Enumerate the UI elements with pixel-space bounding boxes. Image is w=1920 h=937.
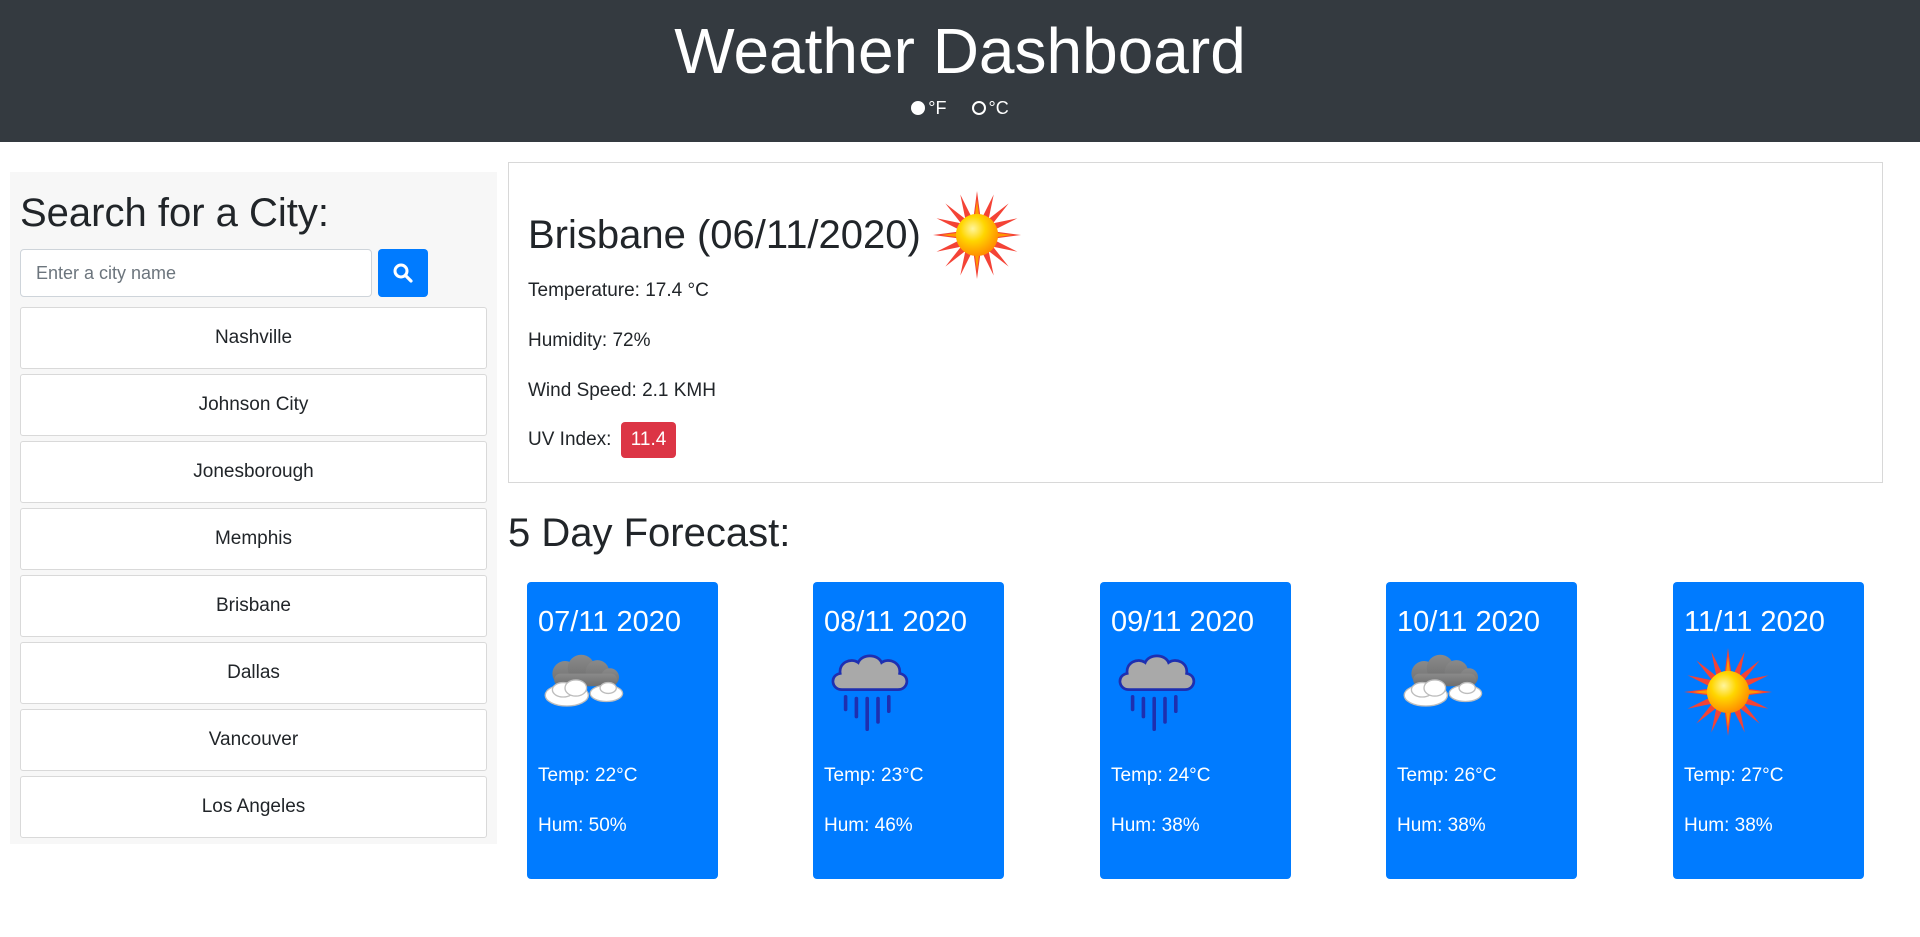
current-title-row: Brisbane (06/11/2020) bbox=[528, 191, 1021, 279]
forecast-card: 11/11 2020 Temp: 27°C Hum: 38% bbox=[1673, 582, 1864, 879]
city-item[interactable]: Jonesborough bbox=[20, 441, 487, 503]
unit-f-label: °F bbox=[928, 98, 947, 118]
unit-c-label: °C bbox=[988, 98, 1009, 118]
forecast-date: 10/11 2020 bbox=[1397, 606, 1540, 638]
radio-fahrenheit[interactable] bbox=[911, 101, 926, 115]
forecast-card: 07/11 2020 Temp: 22°C Hum: 50% bbox=[527, 582, 718, 879]
forecast-humidity: Hum: 50% bbox=[538, 815, 627, 836]
sun-icon bbox=[1684, 648, 1772, 736]
uv-index-badge: 11.4 bbox=[620, 422, 677, 458]
forecast-temp: Temp: 22°C bbox=[538, 765, 638, 786]
uv-label: UV Index: bbox=[528, 429, 612, 450]
forecast-humidity: Hum: 46% bbox=[824, 815, 913, 836]
city-item[interactable]: Brisbane bbox=[20, 575, 487, 637]
city-item[interactable]: Los Angeles bbox=[20, 776, 487, 838]
current-uv-row: UV Index: 11.4 bbox=[528, 422, 677, 458]
current-humidity: Humidity: 72% bbox=[528, 330, 651, 351]
forecast-date: 08/11 2020 bbox=[824, 606, 967, 638]
forecast-card: 09/11 2020 Temp: 24°C Hum: 38% bbox=[1100, 582, 1291, 879]
unit-option-fahrenheit[interactable]: °F bbox=[911, 96, 946, 120]
forecast-date: 11/11 2020 bbox=[1684, 606, 1825, 638]
partly-cloudy-icon bbox=[538, 652, 628, 715]
rain-icon bbox=[824, 650, 914, 740]
forecast-date: 07/11 2020 bbox=[538, 606, 681, 638]
forecast-temp: Temp: 24°C bbox=[1111, 765, 1211, 786]
app-header: Weather Dashboard °F °C bbox=[0, 0, 1920, 142]
radio-celsius[interactable] bbox=[971, 101, 986, 115]
search-icon bbox=[393, 263, 413, 283]
city-item[interactable]: Johnson City bbox=[20, 374, 487, 436]
current-temperature: Temperature: 17.4 °C bbox=[528, 280, 709, 301]
current-weather-card: Brisbane (06/11/2020) Temperature: 17.4 … bbox=[508, 162, 1883, 483]
sun-icon bbox=[933, 191, 1021, 279]
forecast-humidity: Hum: 38% bbox=[1397, 815, 1486, 836]
unit-toggle: °F °C bbox=[0, 96, 1920, 121]
forecast-temp: Temp: 23°C bbox=[824, 765, 924, 786]
forecast-humidity: Hum: 38% bbox=[1111, 815, 1200, 836]
search-heading: Search for a City: bbox=[20, 191, 330, 235]
forecast-card: 08/11 2020 Temp: 23°C Hum: 46% bbox=[813, 582, 1004, 879]
forecast-heading: 5 Day Forecast: bbox=[508, 511, 791, 555]
forecast-card: 10/11 2020 Temp: 26°C Hum: 38% bbox=[1386, 582, 1577, 879]
city-history-list: Nashville Johnson City Jonesborough Memp… bbox=[20, 307, 487, 838]
city-item[interactable]: Dallas bbox=[20, 642, 487, 704]
city-item[interactable]: Nashville bbox=[20, 307, 487, 369]
city-item[interactable]: Vancouver bbox=[20, 709, 487, 771]
current-city-title: Brisbane (06/11/2020) bbox=[528, 213, 921, 257]
unit-option-celsius[interactable]: °C bbox=[971, 96, 1009, 120]
forecast-date: 09/11 2020 bbox=[1111, 606, 1254, 638]
forecast-temp: Temp: 27°C bbox=[1684, 765, 1784, 786]
forecast-temp: Temp: 26°C bbox=[1397, 765, 1497, 786]
partly-cloudy-icon bbox=[1397, 652, 1487, 715]
rain-icon bbox=[1111, 650, 1201, 740]
city-item[interactable]: Memphis bbox=[20, 508, 487, 570]
search-button[interactable] bbox=[378, 249, 428, 297]
search-row bbox=[20, 249, 487, 297]
forecast-humidity: Hum: 38% bbox=[1684, 815, 1773, 836]
city-search-input[interactable] bbox=[20, 249, 372, 297]
search-sidebar: Search for a City: Nashville Johnson Cit… bbox=[10, 172, 497, 844]
current-wind-speed: Wind Speed: 2.1 KMH bbox=[528, 380, 716, 401]
page-title: Weather Dashboard bbox=[674, 15, 1246, 87]
